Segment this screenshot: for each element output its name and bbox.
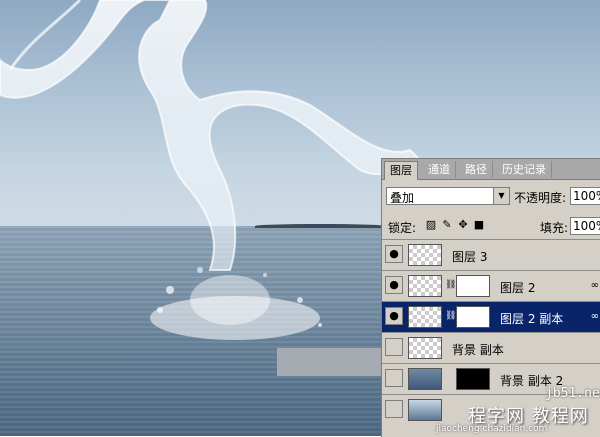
eye-icon[interactable]: ●	[385, 245, 403, 263]
tab-layers[interactable]: 图层	[384, 161, 418, 180]
lock-pixels-icon[interactable]: ✎	[441, 219, 453, 231]
chevron-down-icon[interactable]: ▼	[493, 188, 509, 204]
panel-tabs: 图层 通道 路径 历史记录	[382, 159, 600, 180]
layer-thumbnail	[408, 306, 442, 328]
blend-mode-select[interactable]: 叠加 ▼	[386, 187, 510, 205]
layer-mask-thumbnail[interactable]	[456, 275, 490, 297]
layer-row-layer3[interactable]: ● 图层 3	[382, 239, 600, 270]
grey-overlay-block	[277, 348, 383, 376]
eye-hidden-icon[interactable]	[385, 369, 403, 387]
watermark-site: jb51.net	[545, 386, 600, 401]
blend-mode-value: 叠加	[390, 191, 415, 205]
lock-row: 锁定: ▨ ✎ ✥ ■ 填充: 100%	[382, 215, 600, 237]
opacity-field[interactable]: 100%	[570, 187, 600, 205]
layer-thumbnail	[408, 244, 442, 266]
tab-history[interactable]: 历史记录	[497, 161, 552, 178]
link-icon: ∞	[590, 280, 599, 291]
lock-label: 锁定:	[388, 221, 417, 235]
layer-name: 图层 3	[452, 250, 488, 264]
chain-link-icon[interactable]: ⛓	[445, 311, 456, 321]
layer-thumbnail	[408, 368, 442, 390]
tab-paths[interactable]: 路径	[460, 161, 493, 178]
layer-row-layer2[interactable]: ● ⛓ 图层 2 ∞	[382, 270, 600, 301]
layer-thumbnail	[408, 399, 442, 421]
layer-name: 背景 副本	[452, 343, 504, 357]
chain-link-icon[interactable]: ⛓	[445, 280, 456, 290]
layer-mask-thumbnail[interactable]	[456, 306, 490, 328]
lock-all-icon[interactable]: ■	[473, 219, 485, 231]
eye-icon[interactable]: ●	[385, 276, 403, 294]
layer-thumbnail	[408, 337, 442, 359]
fill-field[interactable]: 100%	[570, 217, 600, 235]
opacity-label: 不透明度:	[514, 191, 567, 205]
fill-label: 填充:	[540, 221, 569, 235]
lock-position-icon[interactable]: ✥	[457, 219, 469, 231]
layer-row-layer2-copy[interactable]: ● ⛓ 图层 2 副本 ∞	[382, 301, 600, 332]
layer-row-background-copy[interactable]: 背景 副本	[382, 332, 600, 363]
lock-transparency-icon[interactable]: ▨	[425, 219, 437, 231]
link-icon: ∞	[590, 311, 599, 322]
watermark-url: jiaocheng.chazidian.com	[436, 424, 548, 434]
layer-name: 图层 2	[500, 281, 536, 295]
tab-channels[interactable]: 通道	[423, 161, 456, 178]
layer-thumbnail	[408, 275, 442, 297]
eye-hidden-icon[interactable]	[385, 338, 403, 356]
layer-name: 图层 2 副本	[500, 312, 564, 326]
layer-mask-thumbnail[interactable]	[456, 368, 490, 390]
eye-icon[interactable]: ●	[385, 307, 403, 325]
eye-hidden-icon[interactable]	[385, 400, 403, 418]
